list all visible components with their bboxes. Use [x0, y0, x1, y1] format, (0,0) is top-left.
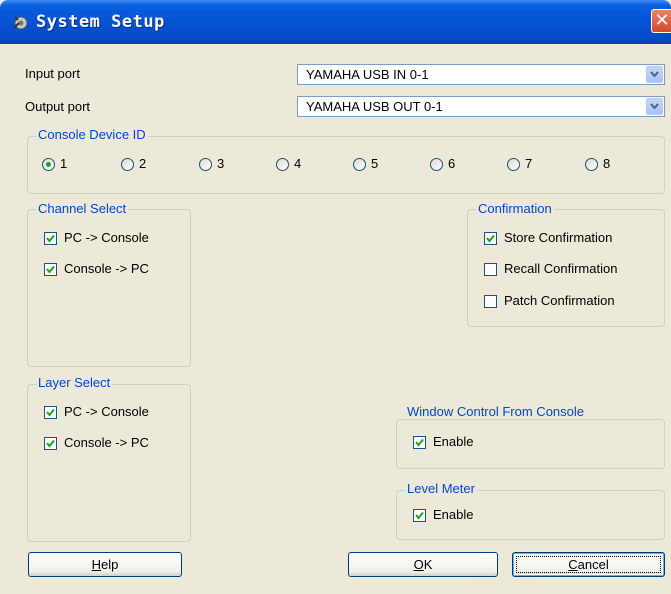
radio-label: 8: [603, 156, 611, 171]
layer-select-title: Layer Select: [36, 375, 113, 390]
console-device-id-title: Console Device ID: [36, 127, 148, 142]
radio-circle[interactable]: [430, 158, 443, 171]
checkmark-icon: [46, 408, 55, 417]
checkbox-box[interactable]: [484, 232, 497, 245]
radio-circle[interactable]: [353, 158, 366, 171]
checkmark-icon: [415, 438, 424, 447]
checkmark-icon: [46, 439, 55, 448]
checkbox-label: Recall Confirmation: [504, 261, 618, 276]
input-port-select[interactable]: YAMAHA USB IN 0-1: [297, 64, 665, 85]
radio-label: 5: [371, 156, 379, 171]
radio-circle[interactable]: [507, 158, 520, 171]
cancel-button[interactable]: Cancel: [512, 552, 665, 577]
help-label: elp: [101, 557, 119, 572]
checkbox-label: Enable: [433, 507, 474, 522]
checkbox-box[interactable]: [44, 263, 57, 276]
checkbox-box[interactable]: [44, 437, 57, 450]
radio-circle[interactable]: [42, 158, 55, 171]
help-accel: H: [91, 557, 102, 572]
checkbox-box[interactable]: [44, 232, 57, 245]
checkbox-label: Console -> PC: [64, 261, 149, 276]
system-setup-dialog: System Setup ✕ Input port YAMAHA USB IN …: [0, 0, 671, 594]
radio-label: 2: [139, 156, 147, 171]
checkbox-box[interactable]: [413, 436, 426, 449]
help-button[interactable]: Help: [28, 552, 182, 577]
window-control-title: Window Control From Console: [405, 404, 587, 419]
checkbox-label: PC -> Console: [64, 404, 149, 419]
checkbox-label: Store Confirmation: [504, 230, 613, 245]
close-button[interactable]: ✕: [651, 9, 671, 33]
channel-select-title: Channel Select: [36, 201, 129, 216]
radio-label: 1: [60, 156, 68, 171]
radio-circle[interactable]: [585, 158, 598, 171]
radio-label: 6: [448, 156, 456, 171]
cancel-label: ancel: [577, 557, 609, 572]
checkbox-box[interactable]: [44, 406, 57, 419]
checkmark-icon: [46, 265, 55, 274]
radio-label: 3: [217, 156, 225, 171]
input-port-value: YAMAHA USB IN 0-1: [306, 67, 429, 82]
checkmark-icon: [486, 234, 495, 243]
ok-accel: O: [413, 557, 424, 572]
radio-label: 7: [525, 156, 533, 171]
checkbox-label: Console -> PC: [64, 435, 149, 450]
output-port-select[interactable]: YAMAHA USB OUT 0-1: [297, 96, 665, 117]
checkbox-box[interactable]: [413, 509, 426, 522]
checkmark-icon: [415, 511, 424, 520]
title-bar[interactable]: System Setup ✕: [0, 0, 671, 44]
radio-label: 4: [294, 156, 302, 171]
checkbox-label: Enable: [433, 434, 474, 449]
confirmation-title: Confirmation: [476, 201, 554, 216]
level-meter-title: Level Meter: [405, 481, 477, 496]
checkbox-label: PC -> Console: [64, 230, 149, 245]
window-title: System Setup: [36, 12, 165, 32]
ok-label: K: [423, 557, 433, 572]
checkbox-box[interactable]: [484, 263, 497, 276]
checkbox-box[interactable]: [484, 295, 497, 308]
checkmark-icon: [46, 234, 55, 243]
output-port-value: YAMAHA USB OUT 0-1: [306, 99, 443, 114]
chevron-down-icon[interactable]: [646, 66, 663, 83]
input-port-label: Input port: [25, 66, 80, 81]
close-icon: ✕: [654, 10, 670, 30]
chevron-down-icon[interactable]: [646, 98, 663, 115]
cancel-accel: C: [568, 557, 578, 572]
output-port-label: Output port: [25, 99, 91, 114]
system-setup-icon: [13, 16, 28, 30]
ok-button[interactable]: OK: [348, 552, 498, 577]
radio-circle[interactable]: [199, 158, 212, 171]
checkbox-label: Patch Confirmation: [504, 293, 615, 308]
radio-selected-dot: [46, 162, 51, 167]
radio-circle[interactable]: [276, 158, 289, 171]
radio-circle[interactable]: [121, 158, 134, 171]
